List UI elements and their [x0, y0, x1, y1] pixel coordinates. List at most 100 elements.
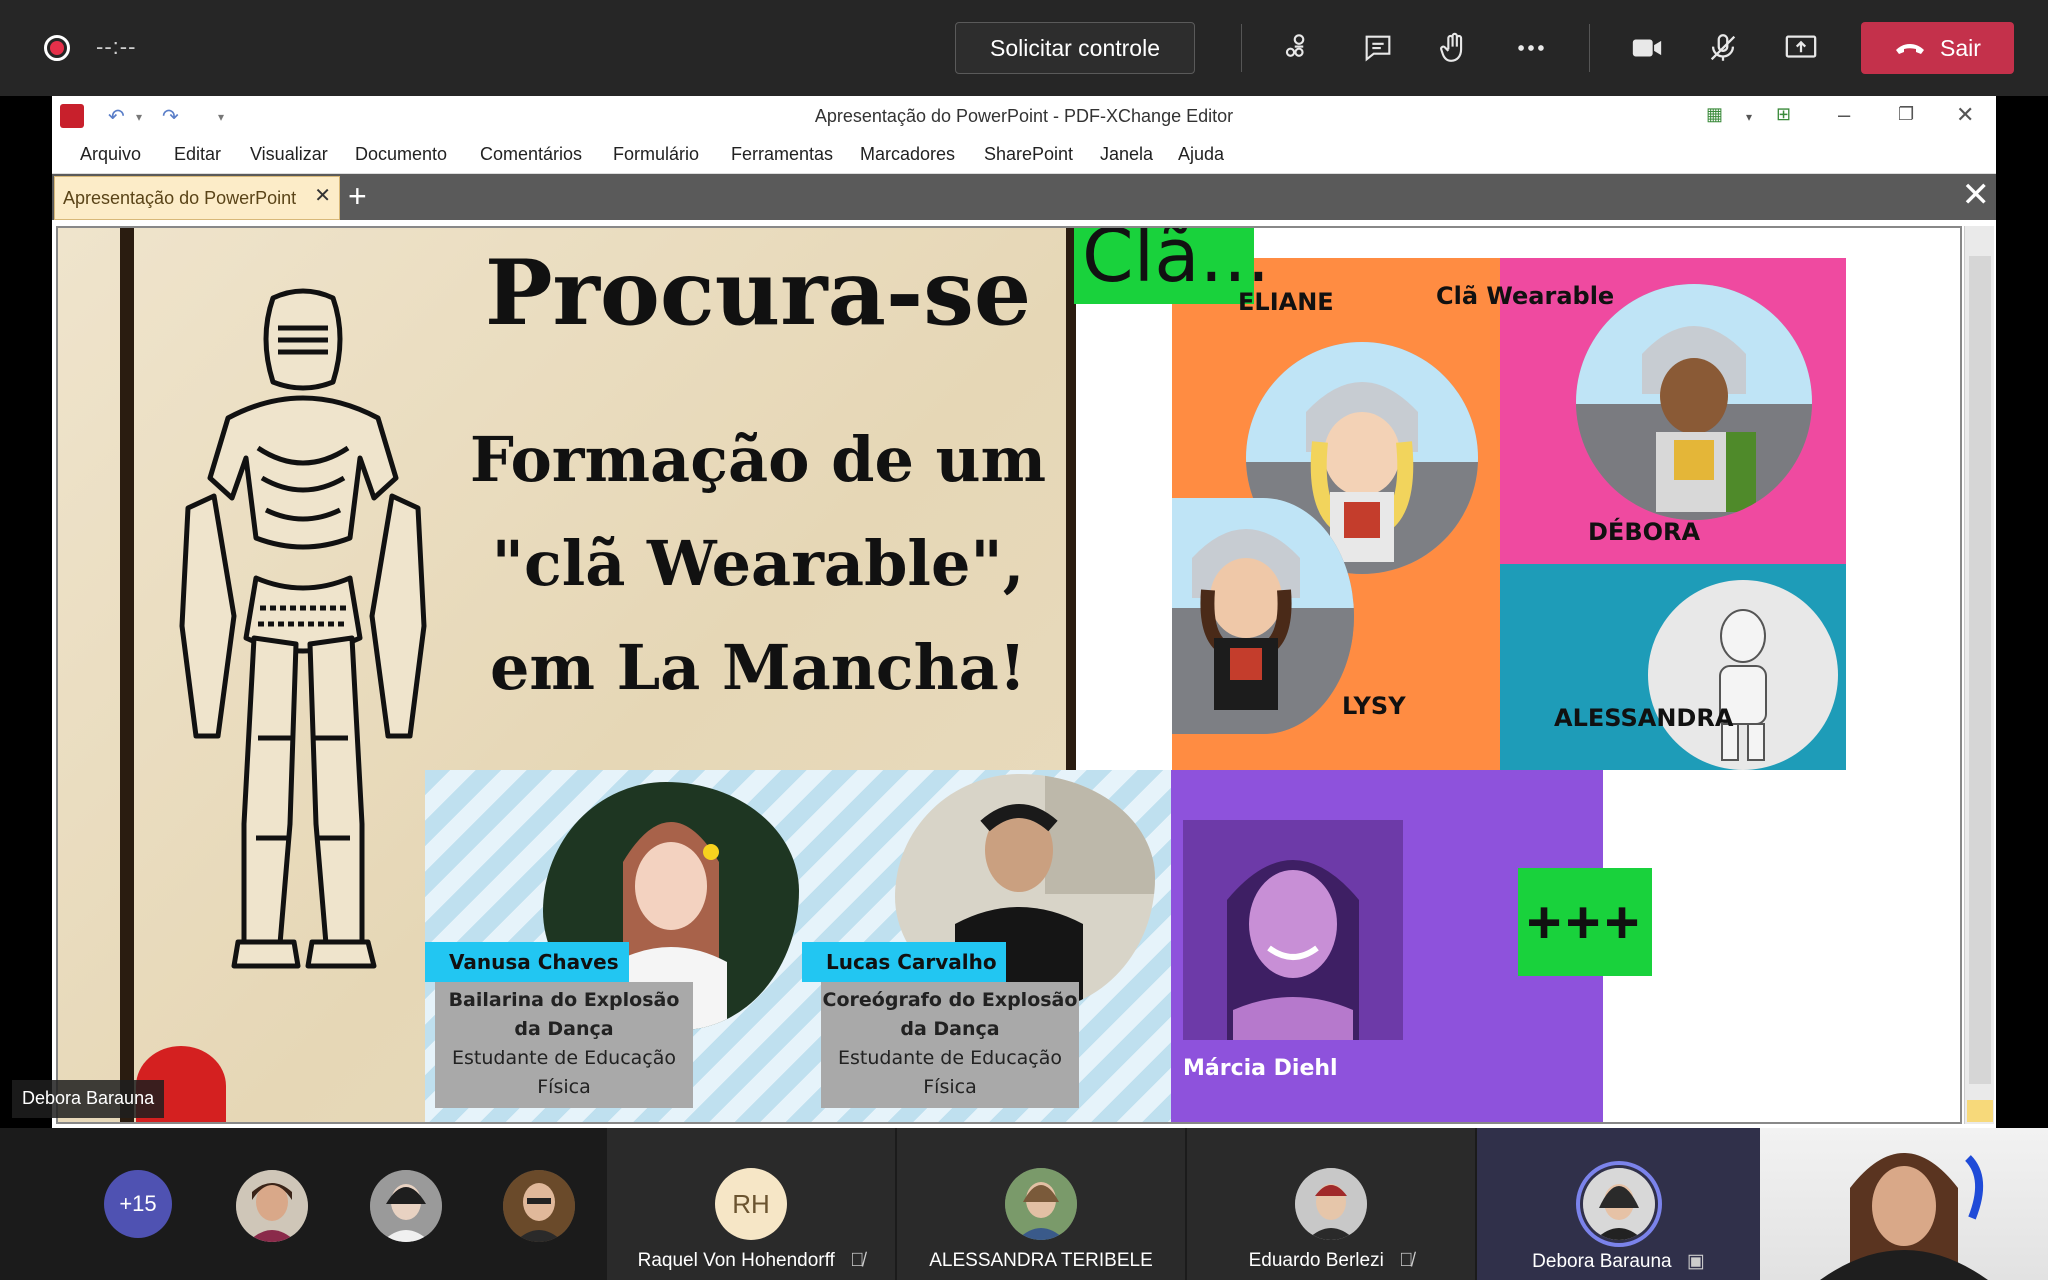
ui-options-dropdown-icon[interactable]: ▾ [1746, 110, 1752, 124]
debora-name: Debora Barauna ▣ [1477, 1250, 1760, 1273]
raquel-name: Raquel Von Hohendorff 🎙̸ [607, 1250, 895, 1272]
participant-tile-eduardo[interactable]: Eduardo Berlezi 🎙̸ [1187, 1128, 1475, 1280]
lucas-role: Coreógrafo do Explosão da Dança Estudant… [821, 982, 1079, 1108]
document-tab-bar: Apresentação do PowerPoint ✕ + ✕ [52, 174, 1996, 220]
chat-icon[interactable] [1358, 28, 1398, 68]
presenter-icon: ▣ [1686, 1251, 1705, 1272]
marcia-photo [1183, 820, 1403, 1040]
participant-tile-alessandra[interactable]: ALESSANDRA TERIBELE [897, 1128, 1185, 1280]
lysy-avatar [1172, 498, 1354, 734]
menu-sharepoint[interactable]: SharePoint [984, 144, 1073, 165]
menu-arquivo[interactable]: Arquivo [80, 144, 141, 165]
more-participants-button[interactable]: +15 [104, 1170, 172, 1238]
leave-label: Sair [1940, 34, 1981, 61]
restore-icon[interactable]: ❐ [1898, 104, 1914, 125]
alessandra-avatar-photo [1005, 1168, 1077, 1240]
editor-title-bar: ↶ ▾ ↷ ▾ Apresentação do PowerPoint - PDF… [52, 96, 1996, 134]
knight-armor-illustration [158, 278, 448, 978]
menu-formulario[interactable]: Formulário [613, 144, 699, 165]
vanusa-role-detail: Estudante de Educação Física [451, 1047, 677, 1098]
lucas-role-detail: Estudante de Educação Física [837, 1047, 1063, 1098]
debora-avatar-photo [1582, 1168, 1655, 1240]
document-page: Procura-se Formação de um "clã Wearable"… [56, 226, 1962, 1124]
new-tab-icon[interactable]: + [348, 180, 367, 212]
share-screen-icon[interactable] [1781, 28, 1821, 68]
participants-icon[interactable] [1279, 28, 1319, 68]
menu-documento[interactable]: Documento [355, 144, 447, 165]
mic-muted-icon: 🎙̸ [1399, 1250, 1414, 1271]
raise-hand-icon[interactable] [1434, 28, 1474, 68]
participant-tile-raquel[interactable]: RH Raquel Von Hohendorff 🎙̸ [607, 1128, 895, 1280]
leave-button[interactable]: Sair [1861, 22, 2014, 74]
alessandra-avatar [1648, 580, 1838, 770]
menu-visualizar[interactable]: Visualizar [250, 144, 328, 165]
presenter-name-label: Debora Barauna [12, 1080, 165, 1118]
scroll-down-button[interactable] [1967, 1100, 1993, 1122]
participant-avatar[interactable] [503, 1170, 575, 1242]
participant-avatar[interactable] [370, 1170, 442, 1242]
toolbar-divider [1589, 24, 1590, 72]
participant-tile-debora[interactable]: Debora Barauna ▣ [1477, 1128, 1760, 1280]
tab-apresentacao[interactable]: Apresentação do PowerPoint ✕ [54, 176, 340, 220]
parchment-edge-left [120, 228, 134, 1122]
toolbar-divider [1241, 24, 1242, 72]
label-alessandra: ALESSANDRA [1554, 704, 1734, 732]
request-control-button[interactable]: Solicitar controle [955, 22, 1195, 74]
lucas-name-tag: Lucas Carvalho [802, 942, 1006, 982]
menu-janela[interactable]: Janela [1100, 144, 1153, 165]
more-options-icon[interactable] [1511, 28, 1551, 68]
team-bios-panel: Vanusa Chaves Bailarina do Explosão da D… [425, 770, 1171, 1122]
raquel-initials-avatar: RH [715, 1168, 787, 1240]
menu-ferramentas[interactable]: Ferramentas [731, 144, 833, 165]
plus-badge: +++ [1518, 868, 1652, 976]
meeting-timer: --:-- [96, 34, 137, 59]
participant-avatar[interactable] [236, 1170, 308, 1242]
camera-icon[interactable] [1627, 28, 1667, 68]
slide-subtitle: Formação de um "clã Wearable", em La Man… [469, 423, 1047, 704]
slide-title: Procura-se [484, 240, 1032, 346]
label-cla-wearable: Clã Wearable [1436, 282, 1615, 310]
menu-marcadores[interactable]: Marcadores [860, 144, 955, 165]
debora-avatar [1576, 284, 1812, 520]
menu-bar: Arquivo Editar Visualizar Documento Come… [52, 134, 1996, 174]
raquel-name-text: Raquel Von Hohendorff [637, 1250, 835, 1271]
scrollbar-thumb[interactable] [1969, 256, 1991, 1084]
label-eliane: ELIANE [1238, 288, 1334, 316]
mic-muted-icon[interactable] [1703, 28, 1743, 68]
recording-icon [44, 35, 70, 61]
menu-comentarios[interactable]: Comentários [480, 144, 582, 165]
eduardo-name-text: Eduardo Berlezi [1248, 1250, 1384, 1271]
ui-options-icon[interactable]: ▦ [1706, 104, 1723, 125]
eduardo-avatar-photo [1295, 1168, 1367, 1240]
close-tab-icon[interactable]: ✕ [314, 183, 331, 208]
marcia-name: Márcia Diehl [1183, 1056, 1338, 1081]
fullscreen-icon[interactable]: ⊞ [1776, 104, 1791, 125]
eduardo-name: Eduardo Berlezi 🎙̸ [1187, 1250, 1475, 1272]
debora-name-text: Debora Barauna [1532, 1251, 1672, 1272]
participants-strip: +15 RH Raquel Von Hohendorff 🎙̸ ALESSAND… [0, 1128, 2048, 1280]
close-window-icon[interactable]: ✕ [1956, 102, 1974, 128]
mic-muted-icon: 🎙̸ [850, 1250, 865, 1271]
alessandra-name: ALESSANDRA TERIBELE [929, 1250, 1153, 1271]
meeting-toolbar: --:-- Solicitar controle Sair [0, 0, 2048, 96]
label-lysy: LYSY [1342, 692, 1406, 720]
label-debora: DÉBORA [1588, 518, 1701, 546]
minimize-icon[interactable]: – [1838, 102, 1850, 128]
vanusa-role: Bailarina do Explosão da Dança Estudante… [435, 982, 693, 1108]
tab-label: Apresentação do PowerPoint [63, 187, 297, 208]
self-video-preview [1760, 1128, 2048, 1280]
video-letterbox-right [1996, 96, 2048, 1128]
close-document-icon[interactable]: ✕ [1962, 178, 1991, 212]
shared-screen: ↶ ▾ ↷ ▾ Apresentação do PowerPoint - PDF… [52, 96, 1996, 1128]
menu-ajuda[interactable]: Ajuda [1178, 144, 1224, 165]
white-gap [1076, 228, 1172, 770]
window-title: Apresentação do PowerPoint - PDF-XChange… [814, 106, 1234, 126]
lucas-role-title: Coreógrafo do Explosão da Dança [822, 989, 1078, 1040]
video-letterbox-left [0, 96, 52, 1128]
vanusa-name-tag: Vanusa Chaves [425, 942, 629, 982]
vanusa-role-title: Bailarina do Explosão da Dança [448, 989, 680, 1040]
vertical-scrollbar[interactable] [1964, 226, 1994, 1124]
cla-badge: Clã... [1074, 228, 1270, 304]
hangup-icon [1894, 35, 1926, 62]
menu-editar[interactable]: Editar [174, 144, 221, 165]
